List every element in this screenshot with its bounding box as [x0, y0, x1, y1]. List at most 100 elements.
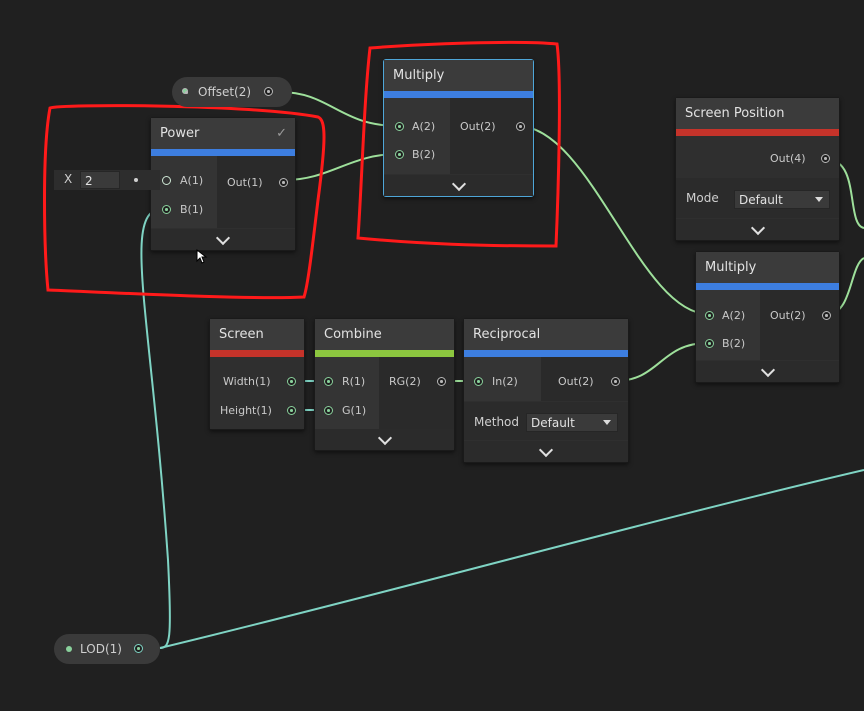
- multiply-top-header[interactable]: Multiply: [384, 60, 533, 91]
- chevron-down-icon: [377, 430, 392, 446]
- checkmark-icon[interactable]: ✓: [276, 118, 287, 149]
- chevron-down-icon: [215, 230, 231, 246]
- multiply-node-top[interactable]: Multiply A(2) B(2) Out(2): [383, 59, 534, 197]
- wire-offset-to-multiply-a: [279, 91, 399, 127]
- combine-out-label: RG(2): [389, 375, 421, 388]
- combine-outputs: RG(2): [379, 357, 454, 429]
- combine-inputs: R(1) G(1): [315, 357, 379, 429]
- multiply-right-port-out[interactable]: [822, 311, 831, 320]
- screen-position-title: Screen Position: [685, 106, 785, 121]
- screen-position-expand-button[interactable]: [676, 219, 839, 240]
- screen-port-width[interactable]: [287, 377, 296, 386]
- power-node-title: Power: [160, 126, 200, 141]
- combine-port-g-label: G(1): [342, 404, 367, 417]
- power-node-header[interactable]: Power ✓: [151, 118, 295, 149]
- multiply-right-bar: [696, 283, 839, 290]
- chevron-down-icon: [760, 362, 775, 378]
- reciprocal-node-title: Reciprocal: [473, 327, 541, 342]
- multiply-right-expand-button[interactable]: [696, 361, 839, 382]
- wire-lod-offscreen: [159, 469, 864, 649]
- multiply-right-port-a-label: A(2): [722, 309, 746, 322]
- screen-node[interactable]: Screen Width(1) Height(1): [209, 318, 305, 430]
- screen-position-port-out[interactable]: [821, 154, 830, 163]
- offset-property-node[interactable]: Offset(2): [172, 77, 292, 107]
- multiply-top-port-out[interactable]: [516, 122, 525, 131]
- power-port-b[interactable]: [162, 205, 171, 214]
- chevron-down-icon: [451, 176, 466, 192]
- combine-expand-button[interactable]: [315, 429, 454, 450]
- lod-left-dot: [66, 646, 72, 652]
- power-outputs: Out(1): [217, 156, 295, 228]
- reciprocal-method-row: Method Default: [464, 402, 628, 440]
- multiply-right-port-b[interactable]: [705, 339, 714, 348]
- multiply-top-inputs: A(2) B(2): [384, 98, 450, 174]
- power-port-b-label: B(1): [180, 203, 204, 216]
- wire-power-to-multiply-b: [284, 153, 399, 181]
- reciprocal-node-header[interactable]: Reciprocal: [464, 319, 628, 350]
- screen-node-title: Screen: [219, 327, 264, 342]
- multiply-top-bar: [384, 91, 533, 98]
- multiply-node-right[interactable]: Multiply A(2) B(2) Out(2): [695, 251, 840, 383]
- screen-width-label: Width(1): [223, 375, 271, 388]
- power-inputs: A(1) B(1): [151, 156, 217, 228]
- combine-node[interactable]: Combine R(1) G(1) RG(2): [314, 318, 455, 451]
- screen-position-header[interactable]: Screen Position: [676, 98, 839, 129]
- multiply-right-port-b-label: B(2): [722, 337, 746, 350]
- power-expand-button[interactable]: [151, 229, 295, 250]
- reciprocal-port-in[interactable]: [474, 377, 483, 386]
- wire-lod-to-power-b: [140, 207, 171, 649]
- mode-dropdown[interactable]: Default: [734, 190, 830, 209]
- dropdown-arrow-icon: [603, 420, 611, 425]
- inline-x-value[interactable]: 2: [80, 171, 120, 189]
- power-node[interactable]: Power ✓ A(1) B(1) Out(1): [150, 117, 296, 251]
- combine-node-header[interactable]: Combine: [315, 319, 454, 350]
- multiply-top-title: Multiply: [393, 68, 445, 83]
- mode-dropdown-value: Default: [739, 193, 783, 207]
- multiply-right-header[interactable]: Multiply: [696, 252, 839, 283]
- combine-node-bar: [315, 350, 454, 357]
- multiply-right-inputs: A(2) B(2): [696, 290, 760, 360]
- lod-property-node[interactable]: LOD(1): [54, 634, 160, 664]
- screen-position-out-label: Out(4): [770, 152, 806, 165]
- screen-node-header[interactable]: Screen: [210, 319, 304, 350]
- method-dropdown-value: Default: [531, 416, 575, 430]
- multiply-top-port-a-label: A(2): [412, 120, 436, 133]
- method-label: Method: [474, 415, 520, 429]
- multiply-top-port-b[interactable]: [395, 150, 404, 159]
- offset-output-port[interactable]: [264, 87, 273, 96]
- combine-port-r[interactable]: [324, 377, 333, 386]
- combine-port-g[interactable]: [324, 406, 333, 415]
- screen-position-node[interactable]: Screen Position Out(4) Mode Default: [675, 97, 840, 241]
- offset-left-dot: [182, 88, 188, 94]
- multiply-top-port-a[interactable]: [395, 122, 404, 131]
- combine-port-out[interactable]: [437, 377, 446, 386]
- power-a-inline-field[interactable]: X 2: [54, 170, 160, 190]
- reciprocal-node-bar: [464, 350, 628, 357]
- reciprocal-port-out[interactable]: [611, 377, 620, 386]
- power-node-bar: [151, 149, 295, 156]
- multiply-top-out-label: Out(2): [460, 120, 496, 133]
- multiply-top-expand-button[interactable]: [384, 175, 533, 196]
- method-dropdown[interactable]: Default: [526, 413, 618, 432]
- power-port-out[interactable]: [279, 178, 288, 187]
- screen-position-bar: [676, 129, 839, 136]
- power-port-a[interactable]: [162, 176, 171, 185]
- reciprocal-expand-button[interactable]: [464, 441, 628, 462]
- multiply-right-port-a[interactable]: [705, 311, 714, 320]
- screen-position-mode-row: Mode Default: [676, 178, 839, 218]
- multiply-top-port-b-label: B(2): [412, 148, 436, 161]
- lod-label: LOD(1): [80, 642, 122, 656]
- inline-axis-label: X: [64, 172, 73, 186]
- combine-node-title: Combine: [324, 327, 382, 342]
- reciprocal-node[interactable]: Reciprocal In(2) Out(2) Method Default: [463, 318, 629, 463]
- multiply-right-title: Multiply: [705, 260, 757, 275]
- screen-height-label: Height(1): [220, 404, 272, 417]
- inline-field-dot: [134, 178, 138, 182]
- screen-port-height[interactable]: [287, 406, 296, 415]
- combine-port-r-label: R(1): [342, 375, 366, 388]
- multiply-top-outputs: Out(2): [450, 98, 533, 174]
- screen-node-outputs: Width(1) Height(1): [210, 357, 304, 429]
- chevron-down-icon: [538, 442, 554, 458]
- lod-output-port[interactable]: [134, 644, 143, 653]
- chevron-down-icon: [750, 220, 765, 236]
